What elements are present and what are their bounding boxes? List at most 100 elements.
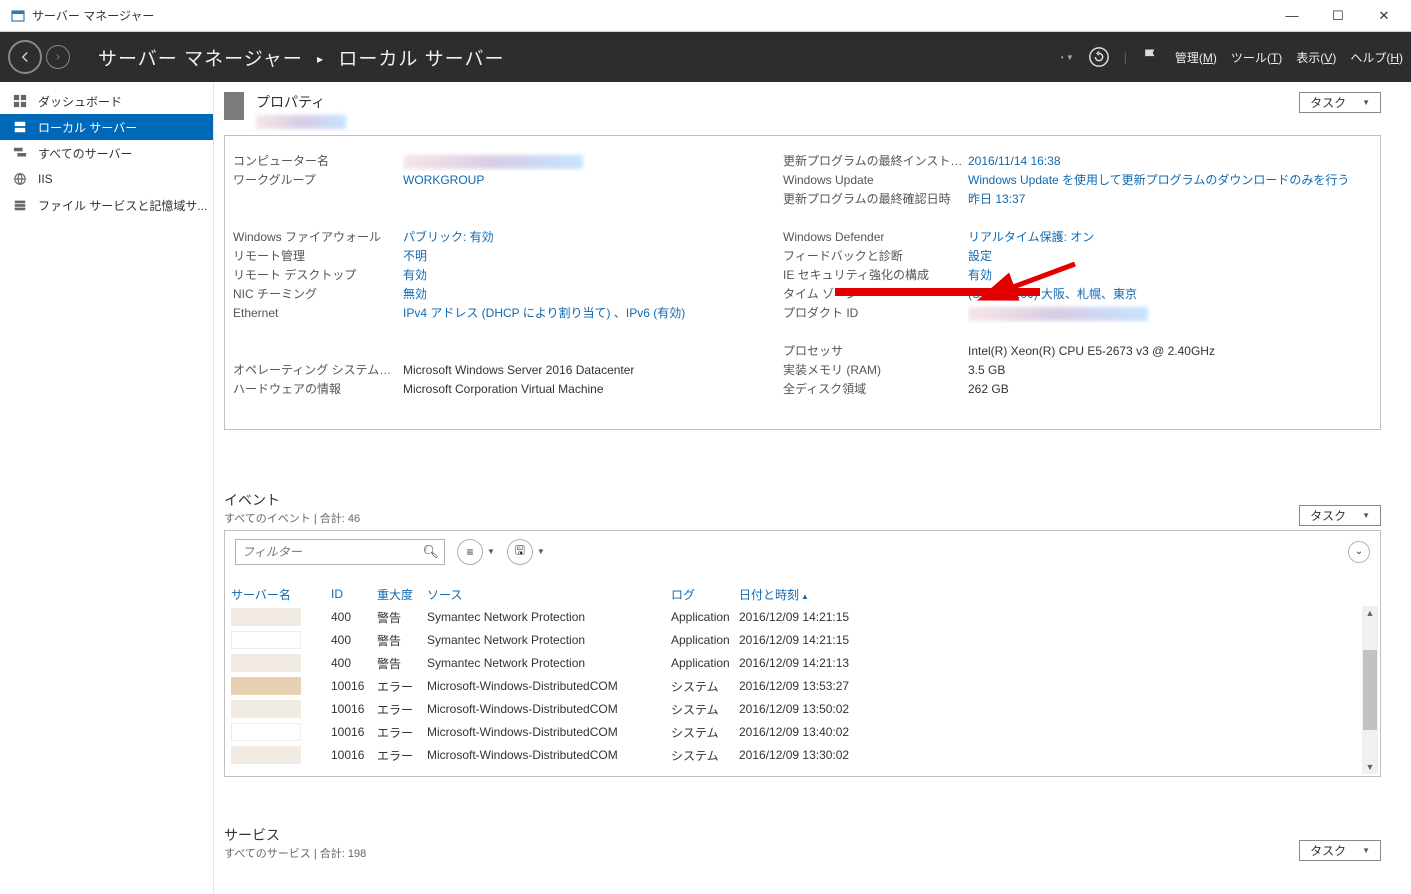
property-value[interactable]: リアルタイム保護: オン (968, 228, 1372, 247)
titlebar: サーバー マネージャー — ☐ ✕ (0, 0, 1411, 32)
events-scrollbar[interactable]: ▲ ▼ (1362, 606, 1378, 774)
breadcrumb-leaf[interactable]: ローカル サーバー (338, 49, 504, 70)
cell-log: システム (671, 701, 739, 718)
menu-view[interactable]: 表示(V) (1296, 49, 1336, 66)
redacted-server-cell (231, 677, 301, 695)
filter-input[interactable] (235, 539, 445, 565)
maximize-button[interactable]: ☐ (1315, 2, 1361, 30)
property-label: Windows Defender (783, 228, 968, 247)
nav-back-button[interactable] (8, 40, 42, 74)
services-title: サービス (224, 825, 366, 845)
cell-severity: 警告 (377, 632, 427, 649)
table-row[interactable]: 10016エラーMicrosoft-Windows-DistributedCOM… (225, 721, 1380, 744)
property-value[interactable]: (UTC+09:00) 大阪、札幌、東京 (968, 285, 1372, 304)
property-label: 全ディスク領域 (783, 380, 968, 399)
property-value[interactable]: 2016/11/14 16:38 (968, 152, 1372, 171)
property-value[interactable] (968, 304, 1372, 323)
sidebar-item-dashboard[interactable]: ダッシュボード (0, 88, 213, 114)
search-icon[interactable]: 🔍︎ (422, 544, 439, 560)
breadcrumb: サーバー マネージャー ▸ ローカル サーバー (98, 44, 1061, 71)
cell-id: 10016 (331, 679, 377, 693)
cell-severity: エラー (377, 747, 427, 764)
nav-forward-button[interactable] (46, 45, 70, 69)
table-row[interactable]: 10016エラーMicrosoft-Windows-DistributedCOM… (225, 744, 1380, 767)
cell-severity: 警告 (377, 609, 427, 626)
cell-date: 2016/12/09 14:21:15 (739, 610, 1380, 624)
sidebar-item-local-server[interactable]: ローカル サーバー (0, 114, 213, 140)
sidebar-item-label: ダッシュボード (38, 93, 122, 110)
menu-help[interactable]: ヘルプ(H) (1350, 49, 1403, 66)
property-label: 更新プログラムの最終インストール日時 (783, 152, 968, 171)
sidebar-item-all-servers[interactable]: すべてのサーバー (0, 140, 213, 166)
property-value[interactable]: WORKGROUP (403, 171, 783, 190)
cell-severity: 警告 (377, 655, 427, 672)
breadcrumb-root[interactable]: サーバー マネージャー (98, 49, 303, 70)
services-task-button[interactable]: タスク (1299, 840, 1381, 861)
view-options-button[interactable]: ≡ (457, 539, 483, 565)
property-value[interactable]: 有効 (968, 266, 1372, 285)
menu-tools[interactable]: ツール(T) (1231, 49, 1282, 66)
sidebar-item-label: ローカル サーバー (38, 119, 137, 136)
minimize-button[interactable]: — (1269, 2, 1315, 30)
property-value[interactable]: Windows Update を使用して更新プログラムのダウンロードのみを行う (968, 171, 1372, 190)
scroll-down-icon[interactable]: ▼ (1366, 762, 1375, 772)
sidebar-item-file-services[interactable]: ファイル サービスと記憶域サ... (0, 192, 213, 218)
cell-log: Application (671, 610, 739, 624)
property-value: 262 GB (968, 380, 1372, 399)
cell-log: Application (671, 656, 739, 670)
close-button[interactable]: ✕ (1361, 2, 1407, 30)
events-title: イベント (224, 490, 360, 510)
cell-source: Microsoft-Windows-DistributedCOM (427, 702, 671, 716)
table-row[interactable]: 10016エラーMicrosoft-Windows-DistributedCOM… (225, 698, 1380, 721)
sidebar-item-iis[interactable]: IIS (0, 166, 213, 192)
scroll-up-icon[interactable]: ▲ (1366, 608, 1375, 618)
content-scroll[interactable]: プロパティ タスク コンピューター名ワークグループWindows ファイアウォー… (214, 82, 1411, 894)
table-row[interactable]: 10016エラーMicrosoft-Windows-DistributedCOM… (225, 675, 1380, 698)
property-label: IE セキュリティ強化の構成 (783, 266, 968, 285)
property-value[interactable]: 昨日 13:37 (968, 190, 1372, 209)
menu-manage[interactable]: 管理(M) (1175, 49, 1217, 66)
property-value[interactable]: パブリック: 有効 (403, 228, 783, 247)
col-log[interactable]: ログ (671, 586, 739, 603)
property-label: ワークグループ (233, 171, 403, 190)
cell-date: 2016/12/09 13:30:02 (739, 748, 1380, 762)
view-options-dd[interactable]: ▼ (487, 547, 495, 556)
property-value[interactable] (403, 152, 783, 171)
col-date[interactable]: 日付と時刻▲ (739, 586, 1380, 603)
sidebar-item-label: IIS (38, 172, 53, 186)
scroll-thumb[interactable] (1363, 650, 1377, 730)
events-task-button[interactable]: タスク (1299, 505, 1381, 526)
table-row[interactable]: 400警告Symantec Network ProtectionApplicat… (225, 629, 1380, 652)
property-value[interactable]: 設定 (968, 247, 1372, 266)
property-label: NIC チーミング (233, 285, 403, 304)
events-panel: 🔍︎ ≡ ▼ 🖫︎ ▼ ⌄ サーバー名 ID 重大度 ソース ログ 日付と時刻▲ 4… (224, 530, 1381, 777)
cell-id: 10016 (331, 702, 377, 716)
cell-source: Microsoft-Windows-DistributedCOM (427, 679, 671, 693)
property-label: タイム ゾーン (783, 285, 968, 304)
refresh-icon[interactable] (1088, 46, 1110, 68)
save-dd[interactable]: ▼ (537, 547, 545, 556)
col-sev[interactable]: 重大度 (377, 586, 427, 603)
iis-icon (12, 171, 28, 187)
cell-date: 2016/12/09 13:40:02 (739, 725, 1380, 739)
table-row[interactable]: 400警告Symantec Network ProtectionApplicat… (225, 652, 1380, 675)
table-row[interactable]: 400警告Symantec Network ProtectionApplicat… (225, 606, 1380, 629)
property-value[interactable]: 不明 (403, 247, 783, 266)
col-src[interactable]: ソース (427, 586, 671, 603)
flag-icon[interactable] (1141, 47, 1161, 67)
property-value: 3.5 GB (968, 361, 1372, 380)
expand-button[interactable]: ⌄ (1348, 541, 1370, 563)
cell-source: Microsoft-Windows-DistributedCOM (427, 748, 671, 762)
properties-task-button[interactable]: タスク (1299, 92, 1381, 113)
property-value[interactable]: 有効 (403, 266, 783, 285)
property-label: フィードバックと診断 (783, 247, 968, 266)
property-value[interactable]: 無効 (403, 285, 783, 304)
save-button[interactable]: 🖫︎ (507, 539, 533, 565)
col-server[interactable]: サーバー名 (231, 586, 331, 603)
property-label: 更新プログラムの最終確認日時 (783, 190, 968, 209)
cell-severity: エラー (377, 724, 427, 741)
col-id[interactable]: ID (331, 587, 377, 601)
property-value[interactable]: IPv4 アドレス (DHCP により割り当て) 、IPv6 (有効) (403, 304, 783, 323)
property-label: オペレーティング システムのバージョン (233, 361, 403, 380)
cell-log: システム (671, 747, 739, 764)
